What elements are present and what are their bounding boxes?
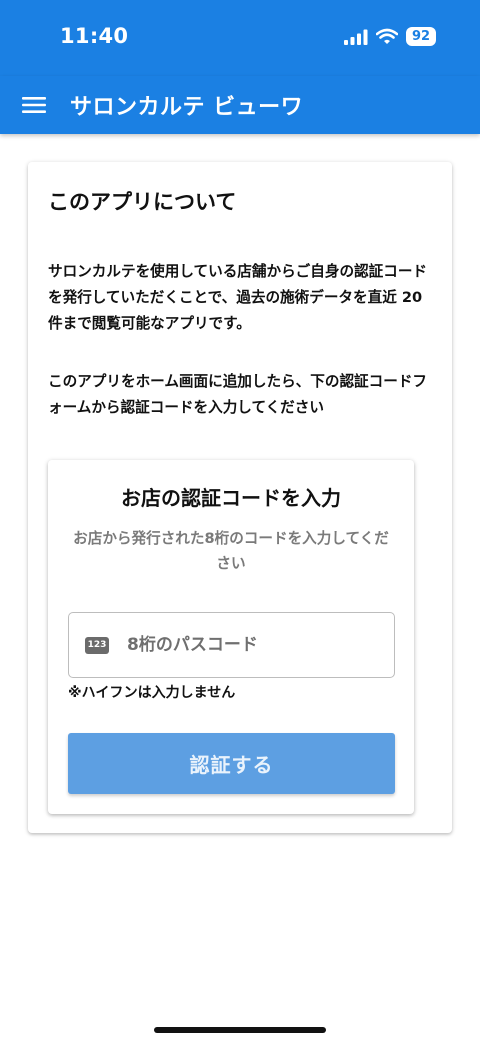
status-icons: 92 xyxy=(344,27,436,46)
app-bar: サロンカルテ ビューワ xyxy=(0,76,480,134)
about-paragraph-1: サロンカルテを使用している店舗からご自身の認証コードを発行していただくことで、過… xyxy=(48,263,428,332)
auth-form-title: お店の認証コードを入力 xyxy=(121,486,341,510)
signal-icon xyxy=(344,29,368,45)
home-indicator[interactable] xyxy=(154,1027,326,1033)
about-card: このアプリについて サロンカルテを使用している店舗からご自身の認証コードを発行し… xyxy=(28,162,452,833)
hamburger-menu-icon xyxy=(22,97,46,113)
status-bar: 11:40 92 xyxy=(0,0,480,76)
authenticate-button[interactable]: 認証する xyxy=(68,733,395,794)
menu-button[interactable] xyxy=(18,91,50,119)
phone-screen: 11:40 92 サロンカルテ ビューワ このアプリについて サロンカルテを使用… xyxy=(0,0,480,1044)
status-time: 11:40 xyxy=(60,24,129,48)
app-title: サロンカルテ ビューワ xyxy=(70,95,304,120)
battery-icon: 92 xyxy=(406,27,436,46)
passcode-input[interactable] xyxy=(127,625,387,665)
auth-form-subtitle: お店から発行された8桁のコードを入力してください xyxy=(73,530,389,572)
about-paragraph-2: このアプリをホーム画面に追加したら、下の認証コードフォームから認証コードを入力し… xyxy=(48,373,428,416)
numeric-keypad-icon: 123 xyxy=(85,636,109,654)
about-heading: このアプリについて xyxy=(48,190,237,214)
auth-code-form: お店の認証コードを入力 お店から発行された8桁のコードを入力してください 123… xyxy=(48,460,414,814)
wifi-icon xyxy=(376,28,398,44)
hyphen-hint: ※ハイフンは入力しません xyxy=(68,685,236,701)
passcode-field[interactable]: 123 xyxy=(68,612,395,678)
